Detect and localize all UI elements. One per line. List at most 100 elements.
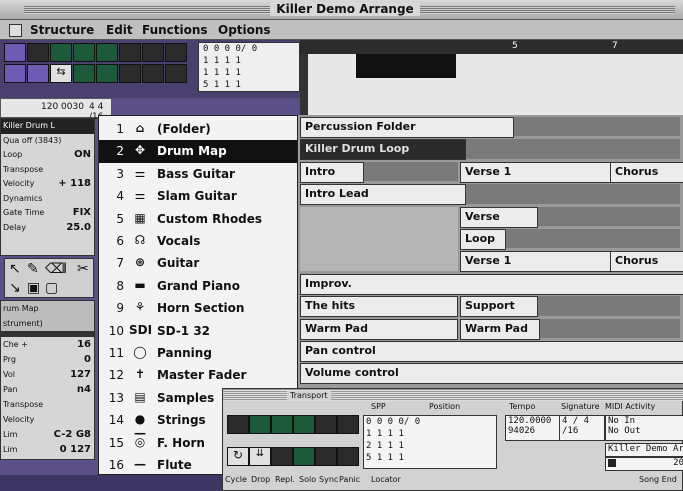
inspector-row[interactable]: Lim C-2 G8 [1, 427, 94, 442]
arrange-part[interactable]: Volume control [300, 363, 683, 385]
inspector-row[interactable]: Delay 25.0 [1, 221, 94, 236]
arrange-part[interactable]: Killer Drum Loop [300, 139, 466, 161]
glue-tool-icon[interactable]: ↘ [9, 280, 21, 296]
toolbar-button[interactable] [119, 43, 141, 62]
arrange-part[interactable]: Warm Pad [460, 318, 540, 340]
pointer-tool-icon[interactable]: ↖ [9, 261, 21, 277]
inspector-row[interactable]: Dynamics [1, 192, 94, 207]
arrange-part[interactable]: Chorus [610, 251, 683, 273]
toolbar-button[interactable] [50, 43, 72, 62]
toolbar-button[interactable] [4, 43, 26, 62]
arrange-part[interactable]: Warm Pad [300, 318, 458, 340]
toolbar-button[interactable] [73, 43, 95, 62]
track-row[interactable]: 6 ☊ Vocals [99, 230, 297, 253]
stop-button[interactable] [249, 415, 271, 434]
inspector-row[interactable]: Transpose [1, 397, 94, 412]
rewind-button[interactable] [227, 415, 249, 434]
track-row[interactable]: 9 ⚘ Horn Section [99, 297, 297, 320]
play-button[interactable] [271, 415, 293, 434]
arrange-part[interactable]: Intro Lead [300, 184, 466, 206]
track-row[interactable]: 10 SDI SD-1 32 [99, 320, 297, 343]
track-row[interactable]: 11 ◯ Panning [99, 342, 297, 365]
instrument-header[interactable]: rum Map [1, 301, 94, 316]
position-display[interactable]: 0 0 0 0/ 0 1 1 1 1 1 1 1 1 5 1 1 1 [198, 42, 300, 92]
panic-button[interactable] [337, 447, 359, 466]
cycle-icon[interactable]: ↻ [227, 447, 249, 466]
toolbar-button[interactable] [165, 64, 187, 83]
pencil-tool-icon[interactable]: ✎ [27, 261, 39, 277]
text-tool-icon[interactable]: I [63, 261, 67, 277]
eraser-tool-icon[interactable]: ⌫ [45, 261, 65, 277]
song-name-display[interactable]: Killer Demo Ar [605, 443, 683, 457]
arrange-part[interactable]: Percussion Folder [300, 117, 514, 138]
track-row[interactable]: 12 ✝ Master Fader [99, 364, 297, 387]
menu-options[interactable]: Options [218, 23, 271, 37]
tempo-display[interactable]: 120.0000 94026 [505, 415, 561, 441]
inspector-row[interactable]: Gate Time FIX [1, 206, 94, 221]
toolbar-button[interactable] [96, 64, 118, 83]
toolbar-button[interactable] [4, 64, 26, 83]
fast-forward-button[interactable] [337, 415, 359, 434]
arrange-part[interactable]: Verse [460, 206, 538, 228]
inspector-row[interactable]: Lim 0 127 [1, 442, 94, 457]
toolbar-button[interactable] [73, 64, 95, 83]
arrange-part[interactable]: Loop [460, 229, 506, 250]
repl-button[interactable] [271, 447, 293, 466]
arrange-part[interactable]: Improv. [300, 273, 683, 295]
title-bar[interactable]: Killer Demo Arrange [0, 0, 683, 20]
inspector-row[interactable]: Loop ON [1, 148, 94, 163]
inspector-row[interactable]: Pan n4 [1, 382, 94, 397]
solo-button[interactable] [293, 447, 315, 466]
counter-display[interactable]: 20 [605, 457, 683, 471]
track-name: Flute [157, 458, 192, 472]
track-row[interactable]: 7 ⊛ Guitar [99, 252, 297, 275]
toolbar-button[interactable] [96, 43, 118, 62]
zoom-tool-icon[interactable]: ▢ [45, 280, 58, 296]
toolbar-button[interactable] [142, 43, 164, 62]
track-row[interactable]: 1 ⌂ (Folder) [99, 118, 297, 141]
arrange-part[interactable]: Chorus [610, 161, 683, 183]
tempo-signature-bar[interactable]: 120 0030 4 4 /16 [0, 98, 112, 122]
inspector-row[interactable]: Che + 16 [1, 337, 94, 352]
arrange-part[interactable]: Intro [300, 161, 364, 183]
track-row[interactable]: 5 ▦ Custom Rhodes [99, 208, 297, 231]
arrange-part[interactable]: Support [460, 296, 538, 318]
scrollbar[interactable] [0, 475, 222, 491]
spp-display[interactable]: 0 0 0 0/ 0 1 1 1 1 2 1 1 1 5 1 1 1 [363, 415, 497, 469]
toolbar-button[interactable] [27, 43, 49, 62]
menu-edit[interactable]: Edit [106, 23, 133, 37]
track-row[interactable]: 3 ⚌ Bass Guitar [99, 163, 297, 186]
sync-button[interactable] [315, 447, 337, 466]
inspector-row[interactable]: Velocity [1, 412, 94, 427]
toolbar-button[interactable] [119, 64, 141, 83]
toolbar-button[interactable] [142, 64, 164, 83]
signature-display[interactable]: 4 / 4 /16 [559, 415, 605, 441]
track-row[interactable]: 2 ✥ Drum Map [99, 140, 297, 163]
inspector-track-name[interactable]: Killer Drum L [1, 119, 94, 134]
fast-rewind-button[interactable] [315, 415, 337, 434]
menu-structure[interactable]: Structure [30, 23, 94, 37]
song-button-icon[interactable] [608, 459, 616, 467]
ruler[interactable]: 5 7 [300, 40, 683, 115]
arrange-part[interactable]: Verse 1 [460, 251, 614, 273]
scissors-tool-icon[interactable]: ✂ [77, 261, 89, 277]
arrange-part[interactable]: The hits [300, 296, 458, 318]
locate-icon[interactable]: ⇆ [50, 64, 72, 83]
inspector-row[interactable]: Qua off (3843) [1, 134, 94, 149]
inspector-row[interactable]: Velocity + 118 [1, 177, 94, 192]
mute-tool-icon[interactable]: ▣ [27, 280, 40, 296]
menu-functions[interactable]: Functions [142, 23, 208, 37]
arrange-part[interactable]: Pan control [300, 341, 683, 362]
inspector-row[interactable]: Transpose [1, 163, 94, 178]
record-button[interactable] [293, 415, 315, 434]
inspector-row[interactable]: Vol 127 [1, 367, 94, 382]
drop-icon[interactable]: ⇊ [249, 447, 271, 466]
arrange-part[interactable]: Verse 1 [460, 161, 614, 183]
close-box-icon[interactable] [9, 24, 22, 37]
toolbar-button[interactable] [27, 64, 49, 83]
track-row[interactable]: 8 ▬ Grand Piano [99, 275, 297, 298]
track-row[interactable]: 4 ⚌ Slam Guitar [99, 185, 297, 208]
toolbar-button[interactable] [165, 43, 187, 62]
instrument-header[interactable]: strument) [1, 316, 94, 331]
inspector-row[interactable]: Prg 0 [1, 352, 94, 367]
